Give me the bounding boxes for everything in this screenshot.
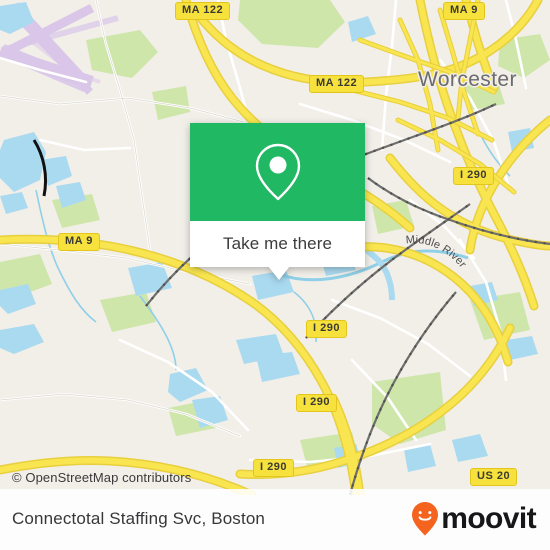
moovit-pin-icon [412,502,439,536]
road-shield-i290-lower[interactable]: I 290 [296,394,337,412]
road-shield-us20[interactable]: US 20 [470,468,518,486]
footer-bar: Connectotal Staffing Svc, Boston moovit [0,489,550,550]
popup-action-area[interactable]: Take me there [190,221,365,267]
osm-attribution[interactable]: © OpenStreetMap contributors [12,470,191,485]
popup-icon-area [190,123,365,221]
place-title: Connectotal Staffing Svc, Boston [12,509,266,528]
road-shield-i290-bottom[interactable]: I 290 [253,459,294,477]
moovit-wordmark: moovit [441,502,536,535]
road-shield-ma122-north[interactable]: MA 122 [175,2,231,20]
road-shield-i290-east[interactable]: I 290 [453,167,494,185]
popup-pointer-tail [268,266,290,280]
place-label-worcester: Worcester [418,68,517,91]
moovit-logo[interactable]: moovit [410,501,537,537]
road-shield-ma9-north[interactable]: MA 9 [443,2,485,20]
road-shield-i290-mid[interactable]: I 290 [306,320,347,338]
take-me-there-label: Take me there [222,234,333,253]
road-shield-ma122-mid[interactable]: MA 122 [309,75,365,93]
map-pin-icon [255,143,300,201]
screenshot-root: Middle River Worcester MA 122 MA 9 MA 12… [0,0,550,550]
location-popup-card[interactable]: Take me there [190,123,365,280]
road-shield-ma9-west[interactable]: MA 9 [58,233,100,251]
